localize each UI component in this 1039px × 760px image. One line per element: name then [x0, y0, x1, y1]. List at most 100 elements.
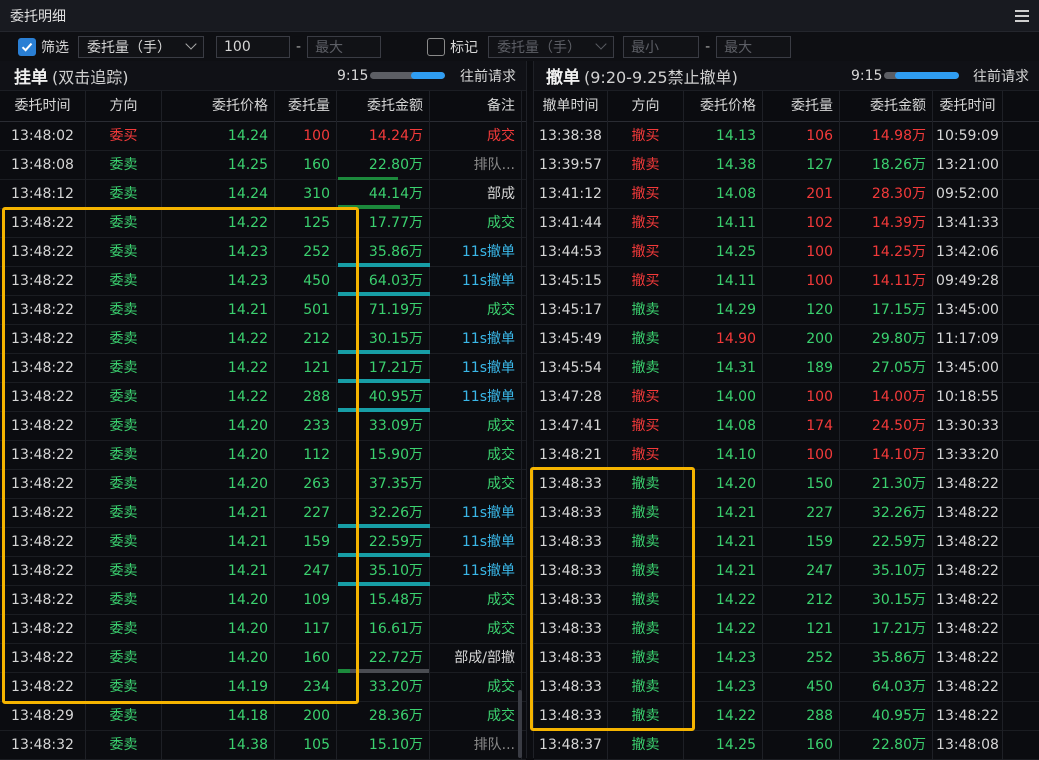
cancel-cell-direction: 撤买: [608, 382, 684, 412]
table-row[interactable]: 13:47:41 撤买 14.08 174 24.50万 13:30:33: [534, 411, 1039, 441]
table-row[interactable]: 13:45:17 撤卖 14.29 120 17.15万 13:45:00: [534, 295, 1039, 325]
table-row[interactable]: 13:48:12 委卖 14.24 310 44.14万 部成: [0, 179, 526, 209]
mark-field-select[interactable]: 委托量（手）: [488, 35, 615, 58]
table-row[interactable]: 13:48:22 委卖 14.22 288 40.95万 11s撤单: [0, 382, 526, 412]
table-row[interactable]: 13:48:22 委卖 14.20 160 22.72万 部成/部撤: [0, 643, 526, 673]
table-row[interactable]: 13:48:29 委卖 14.18 200 28.36万 成交: [0, 701, 526, 731]
filter-checkbox[interactable]: [18, 37, 36, 56]
cancel-cell-direction: 撤买: [608, 266, 684, 296]
table-row[interactable]: 13:48:37 撤卖 14.25 160 22.80万 13:48:08: [534, 730, 1039, 760]
table-row[interactable]: 13:48:32 委卖 14.38 105 15.10万 排队...: [0, 730, 526, 760]
table-row[interactable]: 13:48:02 委买 14.24 100 14.24万 成交: [0, 121, 526, 151]
cancel-cell-direction: 撤卖: [608, 498, 684, 528]
cancel-cell-amount: 35.10万: [840, 556, 933, 586]
table-row[interactable]: 13:48:33 撤卖 14.22 121 17.21万 13:48:22: [534, 614, 1039, 644]
pending-col-price[interactable]: 委托价格: [162, 90, 275, 122]
table-row[interactable]: 13:48:22 委卖 14.21 501 71.19万 成交: [0, 295, 526, 325]
table-row[interactable]: 13:47:28 撤买 14.00 100 14.00万 10:18:55: [534, 382, 1039, 412]
table-row[interactable]: 13:48:22 委卖 14.20 117 16.61万 成交: [0, 614, 526, 644]
cancel-cell-amount: 64.03万: [840, 672, 933, 702]
max-value-input[interactable]: 最大: [307, 35, 382, 58]
table-row[interactable]: 13:48:22 委卖 14.23 252 35.86万 11s撤单: [0, 237, 526, 267]
table-row[interactable]: 13:48:22 委卖 14.22 212 30.15万 11s撤单: [0, 324, 526, 354]
pending-col-volume[interactable]: 委托量: [275, 90, 337, 122]
table-row[interactable]: 13:48:22 委卖 14.21 247 35.10万 11s撤单: [0, 556, 526, 586]
filter-field-select[interactable]: 委托量（手）: [78, 35, 204, 58]
table-row[interactable]: 13:48:22 委卖 14.20 263 37.35万 成交: [0, 469, 526, 499]
pending-cell-price: 14.23: [162, 266, 275, 296]
table-row[interactable]: 13:48:22 委卖 14.20 233 33.09万 成交: [0, 411, 526, 441]
pending-cell-price: 14.20: [162, 469, 275, 499]
pending-orders-subtitle: (双击追踪): [52, 67, 129, 87]
table-row[interactable]: 13:48:33 撤卖 14.22 212 30.15万 13:48:22: [534, 585, 1039, 615]
table-row[interactable]: 13:39:57 撤卖 14.38 127 18.26万 13:21:00: [534, 150, 1039, 180]
min-value-input[interactable]: 100: [216, 35, 290, 58]
cancel-cell-cancel-time: 13:48:33: [534, 498, 608, 528]
table-row[interactable]: 13:38:38 撤买 14.13 106 14.98万 10:59:09: [534, 121, 1039, 151]
panel-divider[interactable]: [526, 61, 534, 758]
table-row[interactable]: 13:48:33 撤卖 14.21 247 35.10万 13:48:22: [534, 556, 1039, 586]
cancel-table-header: 撤单时间 方向 委托价格 委托量 委托金额 委托时间: [534, 90, 1039, 122]
cancel-cell-volume: 227: [763, 498, 840, 528]
table-row[interactable]: 13:48:33 撤卖 14.20 150 21.30万 13:48:22: [534, 469, 1039, 499]
table-row[interactable]: 13:48:22 委卖 14.21 159 22.59万 11s撤单: [0, 527, 526, 557]
cancel-cell-order-time: 13:41:33: [933, 208, 1003, 238]
table-row[interactable]: 13:48:08 委卖 14.25 160 22.80万 排队...: [0, 150, 526, 180]
table-row[interactable]: 13:48:22 委卖 14.20 109 15.48万 成交: [0, 585, 526, 615]
cancel-cell-order-time: 13:48:22: [933, 556, 1003, 586]
table-row[interactable]: 13:44:53 撤买 14.25 100 14.25万 13:42:06: [534, 237, 1039, 267]
table-row[interactable]: 13:48:22 委卖 14.22 125 17.77万 成交: [0, 208, 526, 238]
table-row[interactable]: 13:41:44 撤买 14.11 102 14.39万 13:41:33: [534, 208, 1039, 238]
table-row[interactable]: 13:48:33 撤卖 14.21 159 22.59万 13:48:22: [534, 527, 1039, 557]
table-row[interactable]: 13:45:15 撤买 14.11 100 14.11万 09:49:28: [534, 266, 1039, 296]
cancel-col-amount[interactable]: 委托金额: [840, 90, 933, 122]
pending-cell-price: 14.22: [162, 353, 275, 383]
table-row[interactable]: 13:48:33 撤卖 14.22 288 40.95万 13:48:22: [534, 701, 1039, 731]
pending-cell-amount: 15.10万: [337, 730, 430, 760]
table-row[interactable]: 13:45:54 撤卖 14.31 189 27.05万 13:45:00: [534, 353, 1039, 383]
pending-cell-note: 排队...: [430, 730, 522, 760]
table-row[interactable]: 13:48:22 委卖 14.20 112 15.90万 成交: [0, 440, 526, 470]
pending-cell-direction: 委卖: [86, 527, 162, 557]
table-row[interactable]: 13:48:33 撤卖 14.21 227 32.26万 13:48:22: [534, 498, 1039, 528]
table-row[interactable]: 13:48:22 委卖 14.23 450 64.03万 11s撤单: [0, 266, 526, 296]
hamburger-menu-icon[interactable]: [1015, 10, 1029, 22]
table-row[interactable]: 13:45:49 撤卖 14.90 200 29.80万 11:17:09: [534, 324, 1039, 354]
pending-request-earlier-button[interactable]: 往前请求: [460, 66, 516, 86]
pending-cell-amount: 15.48万: [337, 585, 430, 615]
cancel-col-volume[interactable]: 委托量: [763, 90, 840, 122]
table-row[interactable]: 13:48:22 委卖 14.21 227 32.26万 11s撤单: [0, 498, 526, 528]
table-row[interactable]: 13:48:22 委卖 14.19 234 33.20万 成交: [0, 672, 526, 702]
table-row[interactable]: 13:48:21 撤买 14.10 100 14.10万 13:33:20: [534, 440, 1039, 470]
cancel-col-price[interactable]: 委托价格: [684, 90, 763, 122]
pending-cell-note: 11s撤单: [430, 498, 522, 528]
pending-cell-direction: 委卖: [86, 498, 162, 528]
table-row[interactable]: 13:48:33 撤卖 14.23 252 35.86万 13:48:22: [534, 643, 1039, 673]
pending-cell-note: 成交: [430, 208, 522, 238]
mark-max-input[interactable]: 最大: [716, 35, 792, 58]
table-row[interactable]: 13:48:33 撤卖 14.23 450 64.03万 13:48:22: [534, 672, 1039, 702]
pending-col-order-time[interactable]: 委托时间: [0, 90, 86, 122]
pending-scrollbar[interactable]: [518, 690, 522, 758]
pending-cell-order-time: 13:48:22: [0, 498, 86, 528]
table-row[interactable]: 13:48:22 委卖 14.22 121 17.21万 11s撤单: [0, 353, 526, 383]
cancel-cell-price: 14.23: [684, 643, 763, 673]
cancel-cell-amount: 17.15万: [840, 295, 933, 325]
cancel-col-cancel-time[interactable]: 撤单时间: [534, 90, 608, 122]
mark-checkbox[interactable]: [427, 37, 446, 56]
cancel-cell-volume: 120: [763, 295, 840, 325]
cancel-cell-price: 14.20: [684, 469, 763, 499]
pending-cell-direction: 委卖: [86, 266, 162, 296]
pending-cell-volume: 100: [275, 121, 337, 151]
pending-col-note[interactable]: 备注: [430, 90, 522, 122]
cancel-col-order-time[interactable]: 委托时间: [933, 90, 1003, 122]
pending-col-direction[interactable]: 方向: [86, 90, 162, 122]
table-row[interactable]: 13:41:12 撤买 14.08 201 28.30万 09:52:00: [534, 179, 1039, 209]
cancel-cell-volume: 252: [763, 643, 840, 673]
pending-col-amount[interactable]: 委托金额: [337, 90, 430, 122]
cancel-request-earlier-button[interactable]: 往前请求: [973, 66, 1029, 86]
cancel-col-direction[interactable]: 方向: [608, 90, 684, 122]
mark-min-input[interactable]: 最小: [623, 35, 700, 58]
pending-cell-volume: 501: [275, 295, 337, 325]
cancel-cell-cancel-time: 13:48:33: [534, 527, 608, 557]
